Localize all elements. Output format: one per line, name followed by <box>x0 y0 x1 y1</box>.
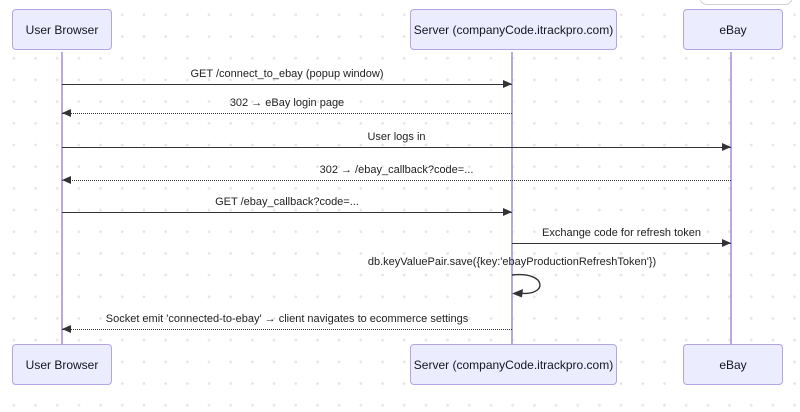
message-line <box>62 212 512 213</box>
message-line <box>512 243 731 244</box>
actor-label: Server (companyCode.itrackpro.com) <box>414 23 613 37</box>
self-loop-arrow <box>510 271 556 299</box>
actor-label: Server (companyCode.itrackpro.com) <box>414 358 613 372</box>
actor-server-top: Server (companyCode.itrackpro.com) <box>410 9 617 50</box>
actor-ebay-bottom: eBay <box>683 344 783 385</box>
message-line <box>62 329 512 330</box>
message-label: 302 → /ebay_callback?code=... <box>62 164 731 177</box>
arrowhead-left-icon <box>62 176 71 184</box>
actor-label: eBay <box>719 358 746 372</box>
lifeline-ebay <box>730 52 732 344</box>
message-label: 302 → eBay login page <box>62 97 512 110</box>
message-label: Exchange code for refresh token <box>512 227 731 240</box>
message-line <box>62 180 731 181</box>
message-label: Socket emit 'connected-to-ebay' → client… <box>62 313 512 326</box>
message-label: User logs in <box>62 131 731 144</box>
actor-user-browser-bottom: User Browser <box>12 344 112 385</box>
actor-ebay-top: eBay <box>683 9 783 50</box>
message-label: GET /ebay_callback?code=... <box>62 196 512 209</box>
arrowhead-right-icon <box>722 239 731 247</box>
arrowhead-right-icon <box>503 80 512 88</box>
arrowhead-right-icon <box>503 208 512 216</box>
message-line <box>62 147 731 148</box>
actor-label: eBay <box>719 23 746 37</box>
message-label: GET /connect_to_ebay (popup window) <box>62 68 512 81</box>
actor-server-bottom: Server (companyCode.itrackpro.com) <box>410 344 617 385</box>
actor-label: User Browser <box>26 358 99 372</box>
actor-label: User Browser <box>26 23 99 37</box>
arrowhead-left-icon <box>62 325 71 333</box>
message-label: db.keyValuePair.save({key:'ebayProductio… <box>262 256 762 269</box>
sequence-diagram: User Browser Server (companyCode.itrackp… <box>0 0 800 412</box>
actor-user-browser-top: User Browser <box>12 9 112 50</box>
message-line <box>62 84 512 85</box>
message-line <box>62 113 512 114</box>
arrowhead-right-icon <box>722 143 731 151</box>
cropped-box-artifact <box>699 0 793 5</box>
arrowhead-left-icon <box>62 109 71 117</box>
